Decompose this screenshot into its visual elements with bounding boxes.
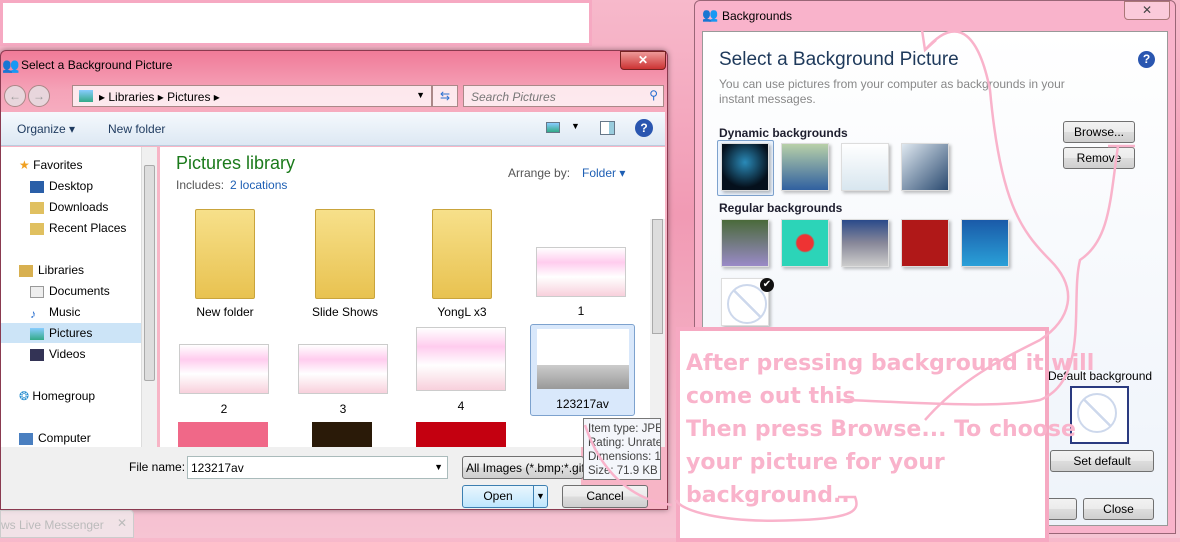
annotation-arrows <box>583 29 1135 522</box>
